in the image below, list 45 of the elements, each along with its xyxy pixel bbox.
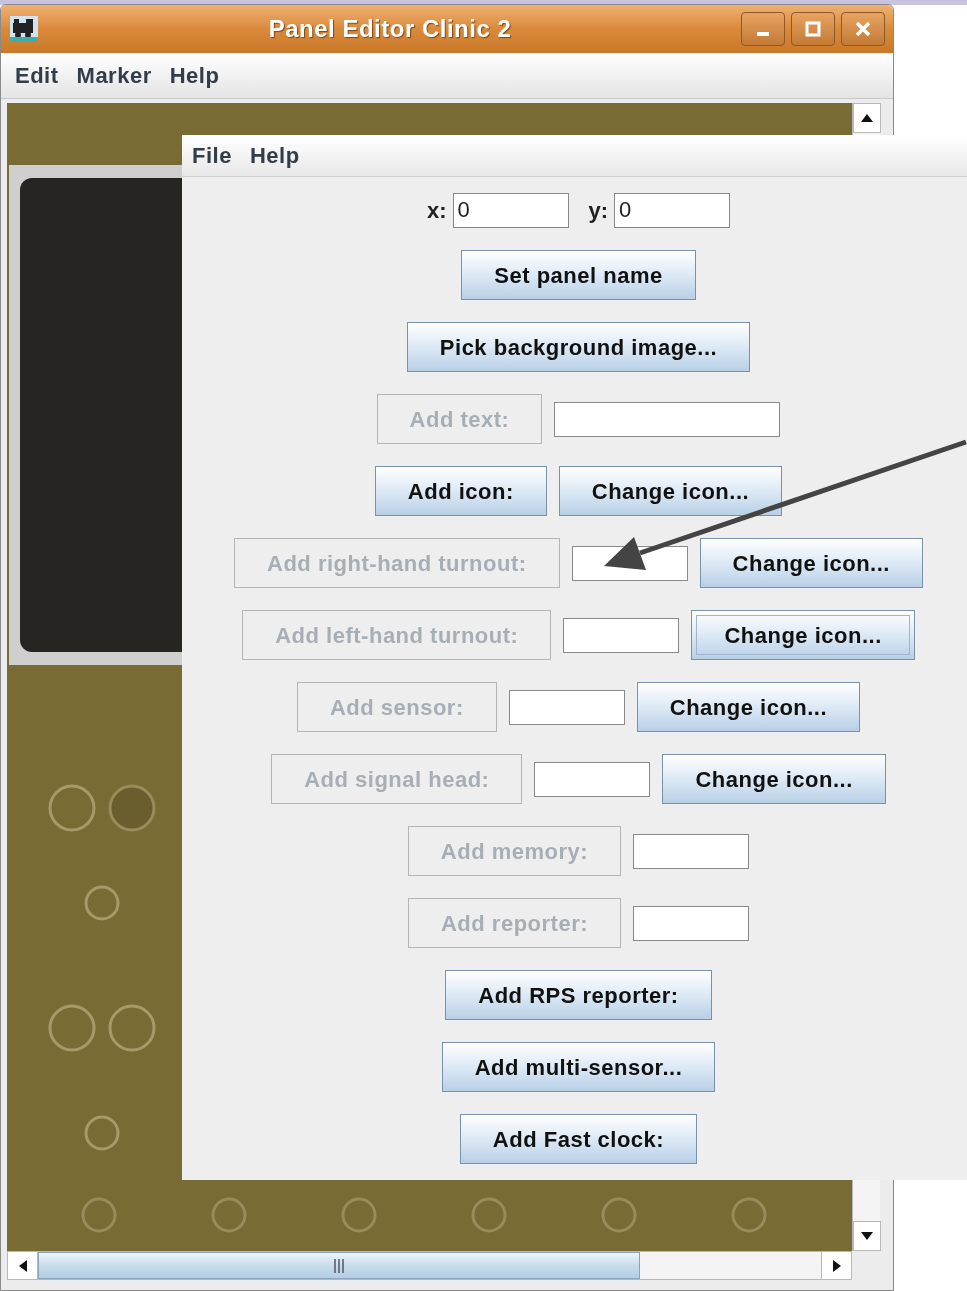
window-title: Panel Editor Clinic 2 bbox=[268, 14, 512, 44]
down-arrow-icon bbox=[861, 1232, 873, 1240]
input-field[interactable] bbox=[633, 905, 750, 941]
maximize-icon bbox=[805, 21, 821, 37]
scroll-right-button[interactable] bbox=[821, 1252, 851, 1279]
right-arrow-icon bbox=[832, 1259, 841, 1272]
palette-button[interactable]: Add RPS reporter: bbox=[445, 970, 712, 1020]
palette-button[interactable]: Change icon... bbox=[691, 610, 915, 660]
close-icon bbox=[855, 21, 871, 37]
palette-button[interactable]: Change icon... bbox=[699, 538, 923, 588]
menu-item[interactable]: Help bbox=[163, 59, 226, 92]
horizontal-scrollbar[interactable] bbox=[7, 1251, 852, 1280]
scroll-left-button[interactable] bbox=[8, 1252, 38, 1279]
palette-button[interactable]: Add Fast clock: bbox=[459, 1114, 698, 1164]
scroll-down-button[interactable] bbox=[853, 1221, 881, 1251]
locomotive-icon bbox=[9, 15, 39, 43]
left-arrow-icon bbox=[18, 1259, 27, 1272]
maximize-button[interactable] bbox=[791, 12, 835, 46]
input-field[interactable] bbox=[563, 617, 680, 653]
close-button[interactable] bbox=[841, 12, 885, 46]
input-field[interactable] bbox=[508, 689, 625, 725]
input-field[interactable]: 0 bbox=[614, 192, 731, 228]
palette-button[interactable]: Change icon... bbox=[558, 466, 783, 516]
input-field[interactable] bbox=[554, 401, 781, 437]
menu-item[interactable]: File bbox=[186, 139, 238, 172]
input-field[interactable] bbox=[633, 833, 750, 869]
minimize-button[interactable] bbox=[741, 12, 785, 46]
input-field[interactable] bbox=[534, 761, 651, 797]
scroll-up-button[interactable] bbox=[853, 103, 881, 133]
up-arrow-icon bbox=[861, 114, 873, 122]
menu-item[interactable]: Marker bbox=[70, 59, 158, 92]
field-label: x: bbox=[426, 196, 447, 225]
field-label: y: bbox=[588, 196, 609, 225]
minimize-icon bbox=[757, 32, 769, 36]
palette-button[interactable]: Change icon... bbox=[636, 682, 861, 732]
palette-button[interactable]: Add icon: bbox=[374, 466, 547, 516]
menu-item[interactable]: Edit bbox=[9, 59, 65, 92]
palette-button[interactable]: Pick background image... bbox=[406, 322, 751, 372]
palette-button[interactable]: Set panel name bbox=[461, 250, 696, 300]
palette-button[interactable]: Add multi-sensor... bbox=[441, 1042, 716, 1092]
scroll-thumb[interactable] bbox=[38, 1252, 640, 1279]
grip-icon bbox=[334, 1258, 344, 1273]
palette-button[interactable]: Change icon... bbox=[662, 754, 886, 804]
input-field[interactable]: 0 bbox=[452, 192, 569, 228]
menu-item[interactable]: Help bbox=[243, 139, 306, 172]
